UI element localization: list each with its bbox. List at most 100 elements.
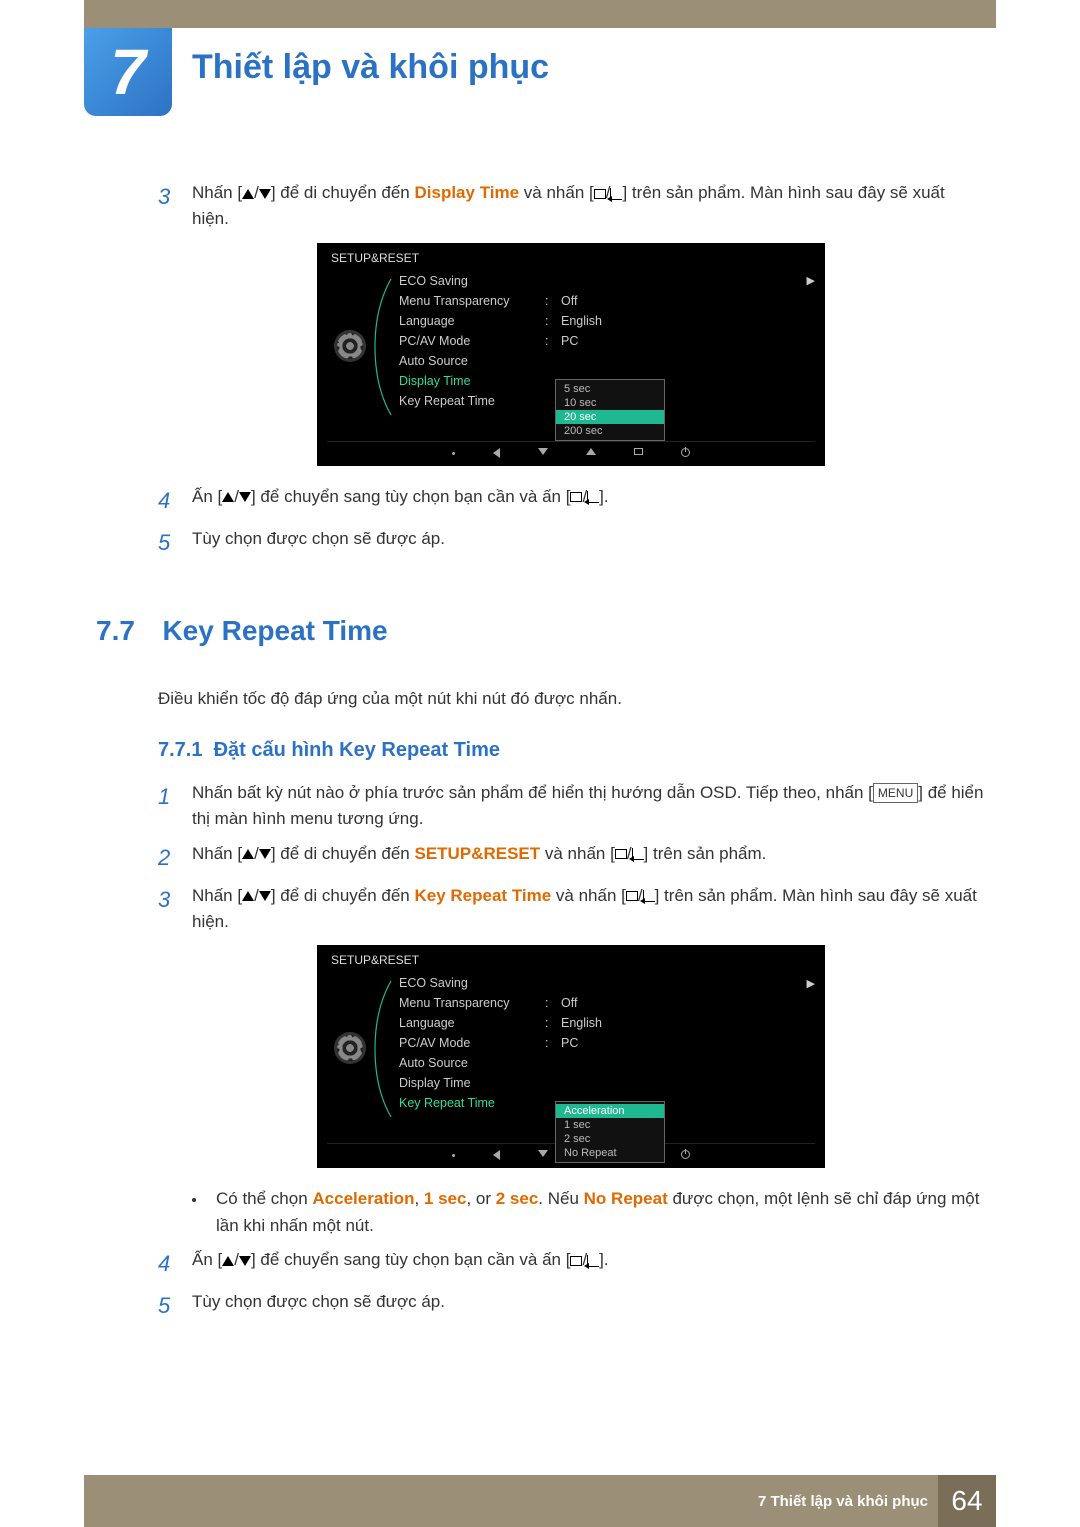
t: và nhấn [ <box>519 183 594 202</box>
footer-label: 7 Thiết lập và khôi phục <box>758 1493 928 1510</box>
section-7-7: 7.7 Key Repeat Time <box>96 615 984 647</box>
t: , or <box>466 1189 495 1208</box>
osd-rect-icon <box>634 448 643 455</box>
osd-item-label: Language <box>399 1016 545 1030</box>
t: , <box>414 1189 423 1208</box>
osd-item-label: ECO Saving <box>399 274 545 288</box>
section-description: Điều khiển tốc độ đáp ứng của một nút kh… <box>158 689 984 709</box>
osd-item-value: PC <box>561 334 815 348</box>
enter-icon <box>643 890 655 902</box>
osd-row: Menu Transparency : Off <box>397 993 815 1013</box>
osd-popup-option: 20 sec <box>556 410 664 424</box>
step-number: 3 <box>158 180 192 233</box>
osd-curve <box>373 973 397 1113</box>
highlight: SETUP&RESET <box>415 844 541 863</box>
osd-colon: : <box>545 996 561 1010</box>
osd-nav-dot-icon: • <box>452 448 456 460</box>
s77-step-1: 1 Nhấn bất kỳ nút nào ở phía trước sản p… <box>158 780 984 833</box>
osd-colon: : <box>545 334 561 348</box>
subsection-title: Đặt cấu hình Key Repeat Time <box>214 739 500 761</box>
t: Ấn [ <box>192 1250 222 1269</box>
down-triangle-icon <box>239 1256 251 1266</box>
osd-screenshot-display-time: SETUP&RESET ECO Saving ▶ Menu Transparen… <box>317 243 825 466</box>
osd-screenshot-key-repeat: SETUP&RESET ECO Saving ▶ Menu Transparen… <box>317 945 825 1168</box>
t: ] trên sản phẩm. <box>644 844 767 863</box>
t: ] để di chuyển đến <box>271 844 415 863</box>
step-number: 3 <box>158 883 192 936</box>
osd-item-label: Key Repeat Time <box>399 394 545 408</box>
osd-item-label: Menu Transparency <box>399 996 545 1010</box>
osd-left-icon <box>493 448 500 458</box>
step-4: 4 Ấn [/] để chuyển sang tùy chọn bạn cần… <box>158 484 984 518</box>
osd-footer: • <box>327 441 815 462</box>
subsection-number: 7.7.1 <box>158 739 202 761</box>
t: Nhấn bất kỳ nút nào ở phía trước sản phẩ… <box>192 783 873 802</box>
osd-row: Language : English <box>397 311 815 331</box>
t: . Nếu <box>538 1189 583 1208</box>
osd-row: Menu Transparency : Off <box>397 291 815 311</box>
step-5: 5 Tùy chọn được chọn sẽ được áp. <box>158 526 984 560</box>
osd-body: ECO Saving ▶ Menu Transparency : Off Lan… <box>327 973 815 1113</box>
t: Nhấn [ <box>192 183 242 202</box>
osd-popup: Acceleration1 sec2 secNo Repeat <box>555 1101 665 1163</box>
t: Ấn [ <box>192 487 222 506</box>
down-triangle-icon <box>259 189 271 199</box>
osd-row: Display Time <box>397 1073 815 1093</box>
section-number: 7.7 <box>96 615 158 647</box>
t: ] để di chuyển đến <box>271 183 415 202</box>
osd-popup-option: 2 sec <box>556 1132 664 1146</box>
up-triangle-icon <box>222 1256 234 1266</box>
s77-step-4: 4 Ấn [/] để chuyển sang tùy chọn bạn cần… <box>158 1247 984 1281</box>
highlight: Display Time <box>415 183 520 202</box>
bullet-note: Có thể chọn Acceleration, 1 sec, or 2 se… <box>158 1186 984 1239</box>
osd-item-label: Menu Transparency <box>399 294 545 308</box>
page-content: 3 Nhấn [/] để di chuyển đến Display Time… <box>158 180 984 1331</box>
highlight: No Repeat <box>584 1189 668 1208</box>
osd-item-label: Auto Source <box>399 1056 545 1070</box>
step-text: Nhấn [/] để di chuyển đến Display Time v… <box>192 180 984 233</box>
step-number: 2 <box>158 841 192 875</box>
osd-item-label: PC/AV Mode <box>399 334 545 348</box>
osd-body: ECO Saving ▶ Menu Transparency : Off Lan… <box>327 271 815 411</box>
osd-colon: : <box>545 1036 561 1050</box>
t: ] để di chuyển đến <box>271 886 415 905</box>
right-arrow-icon: ▶ <box>787 977 815 990</box>
bullet-text: Có thể chọn Acceleration, 1 sec, or 2 se… <box>216 1186 984 1239</box>
step-text: Tùy chọn được chọn sẽ được áp. <box>192 526 984 560</box>
step-text: Nhấn [/] để di chuyển đến Key Repeat Tim… <box>192 883 984 936</box>
osd-popup-option: 1 sec <box>556 1118 664 1132</box>
osd-item-value: English <box>561 314 815 328</box>
osd-item-value: Off <box>561 294 815 308</box>
osd-item-label: Language <box>399 314 545 328</box>
osd-item-label: PC/AV Mode <box>399 1036 545 1050</box>
s77-step-2: 2 Nhấn [/] để di chuyển đến SETUP&RESET … <box>158 841 984 875</box>
osd-row: Key Repeat Time Acceleration1 sec2 secNo… <box>397 1093 815 1113</box>
bullet-icon <box>192 1186 216 1239</box>
rect-icon <box>594 189 606 199</box>
step-text: Ấn [/] để chuyển sang tùy chọn bạn cần v… <box>192 1247 984 1281</box>
step-number: 1 <box>158 780 192 833</box>
osd-curve <box>373 271 397 411</box>
gear-icon <box>337 1035 363 1061</box>
rect-icon <box>615 849 627 859</box>
osd-row: Display Time 5 sec10 sec20 sec200 sec <box>397 371 815 391</box>
chapter-number-tab: 7 <box>84 28 172 116</box>
step-3: 3 Nhấn [/] để di chuyển đến Display Time… <box>158 180 984 233</box>
step-text: Nhấn bất kỳ nút nào ở phía trước sản phẩ… <box>192 780 984 833</box>
gear-icon <box>337 333 363 359</box>
down-triangle-icon <box>259 849 271 859</box>
enter-icon <box>587 491 599 503</box>
highlight: Key Repeat Time <box>415 886 552 905</box>
s77-step-5: 5 Tùy chọn được chọn sẽ được áp. <box>158 1289 984 1323</box>
up-triangle-icon <box>222 492 234 502</box>
rect-icon <box>626 891 638 901</box>
step-number: 4 <box>158 484 192 518</box>
osd-left-icon <box>493 1150 500 1160</box>
osd-title: SETUP&RESET <box>327 953 815 967</box>
step-text: Ấn [/] để chuyển sang tùy chọn bạn cần v… <box>192 484 984 518</box>
osd-row: ECO Saving ▶ <box>397 973 815 993</box>
osd-title: SETUP&RESET <box>327 251 815 265</box>
enter-icon <box>587 1255 599 1267</box>
osd-popup: 5 sec10 sec20 sec200 sec <box>555 379 665 441</box>
t: ]. <box>599 487 608 506</box>
